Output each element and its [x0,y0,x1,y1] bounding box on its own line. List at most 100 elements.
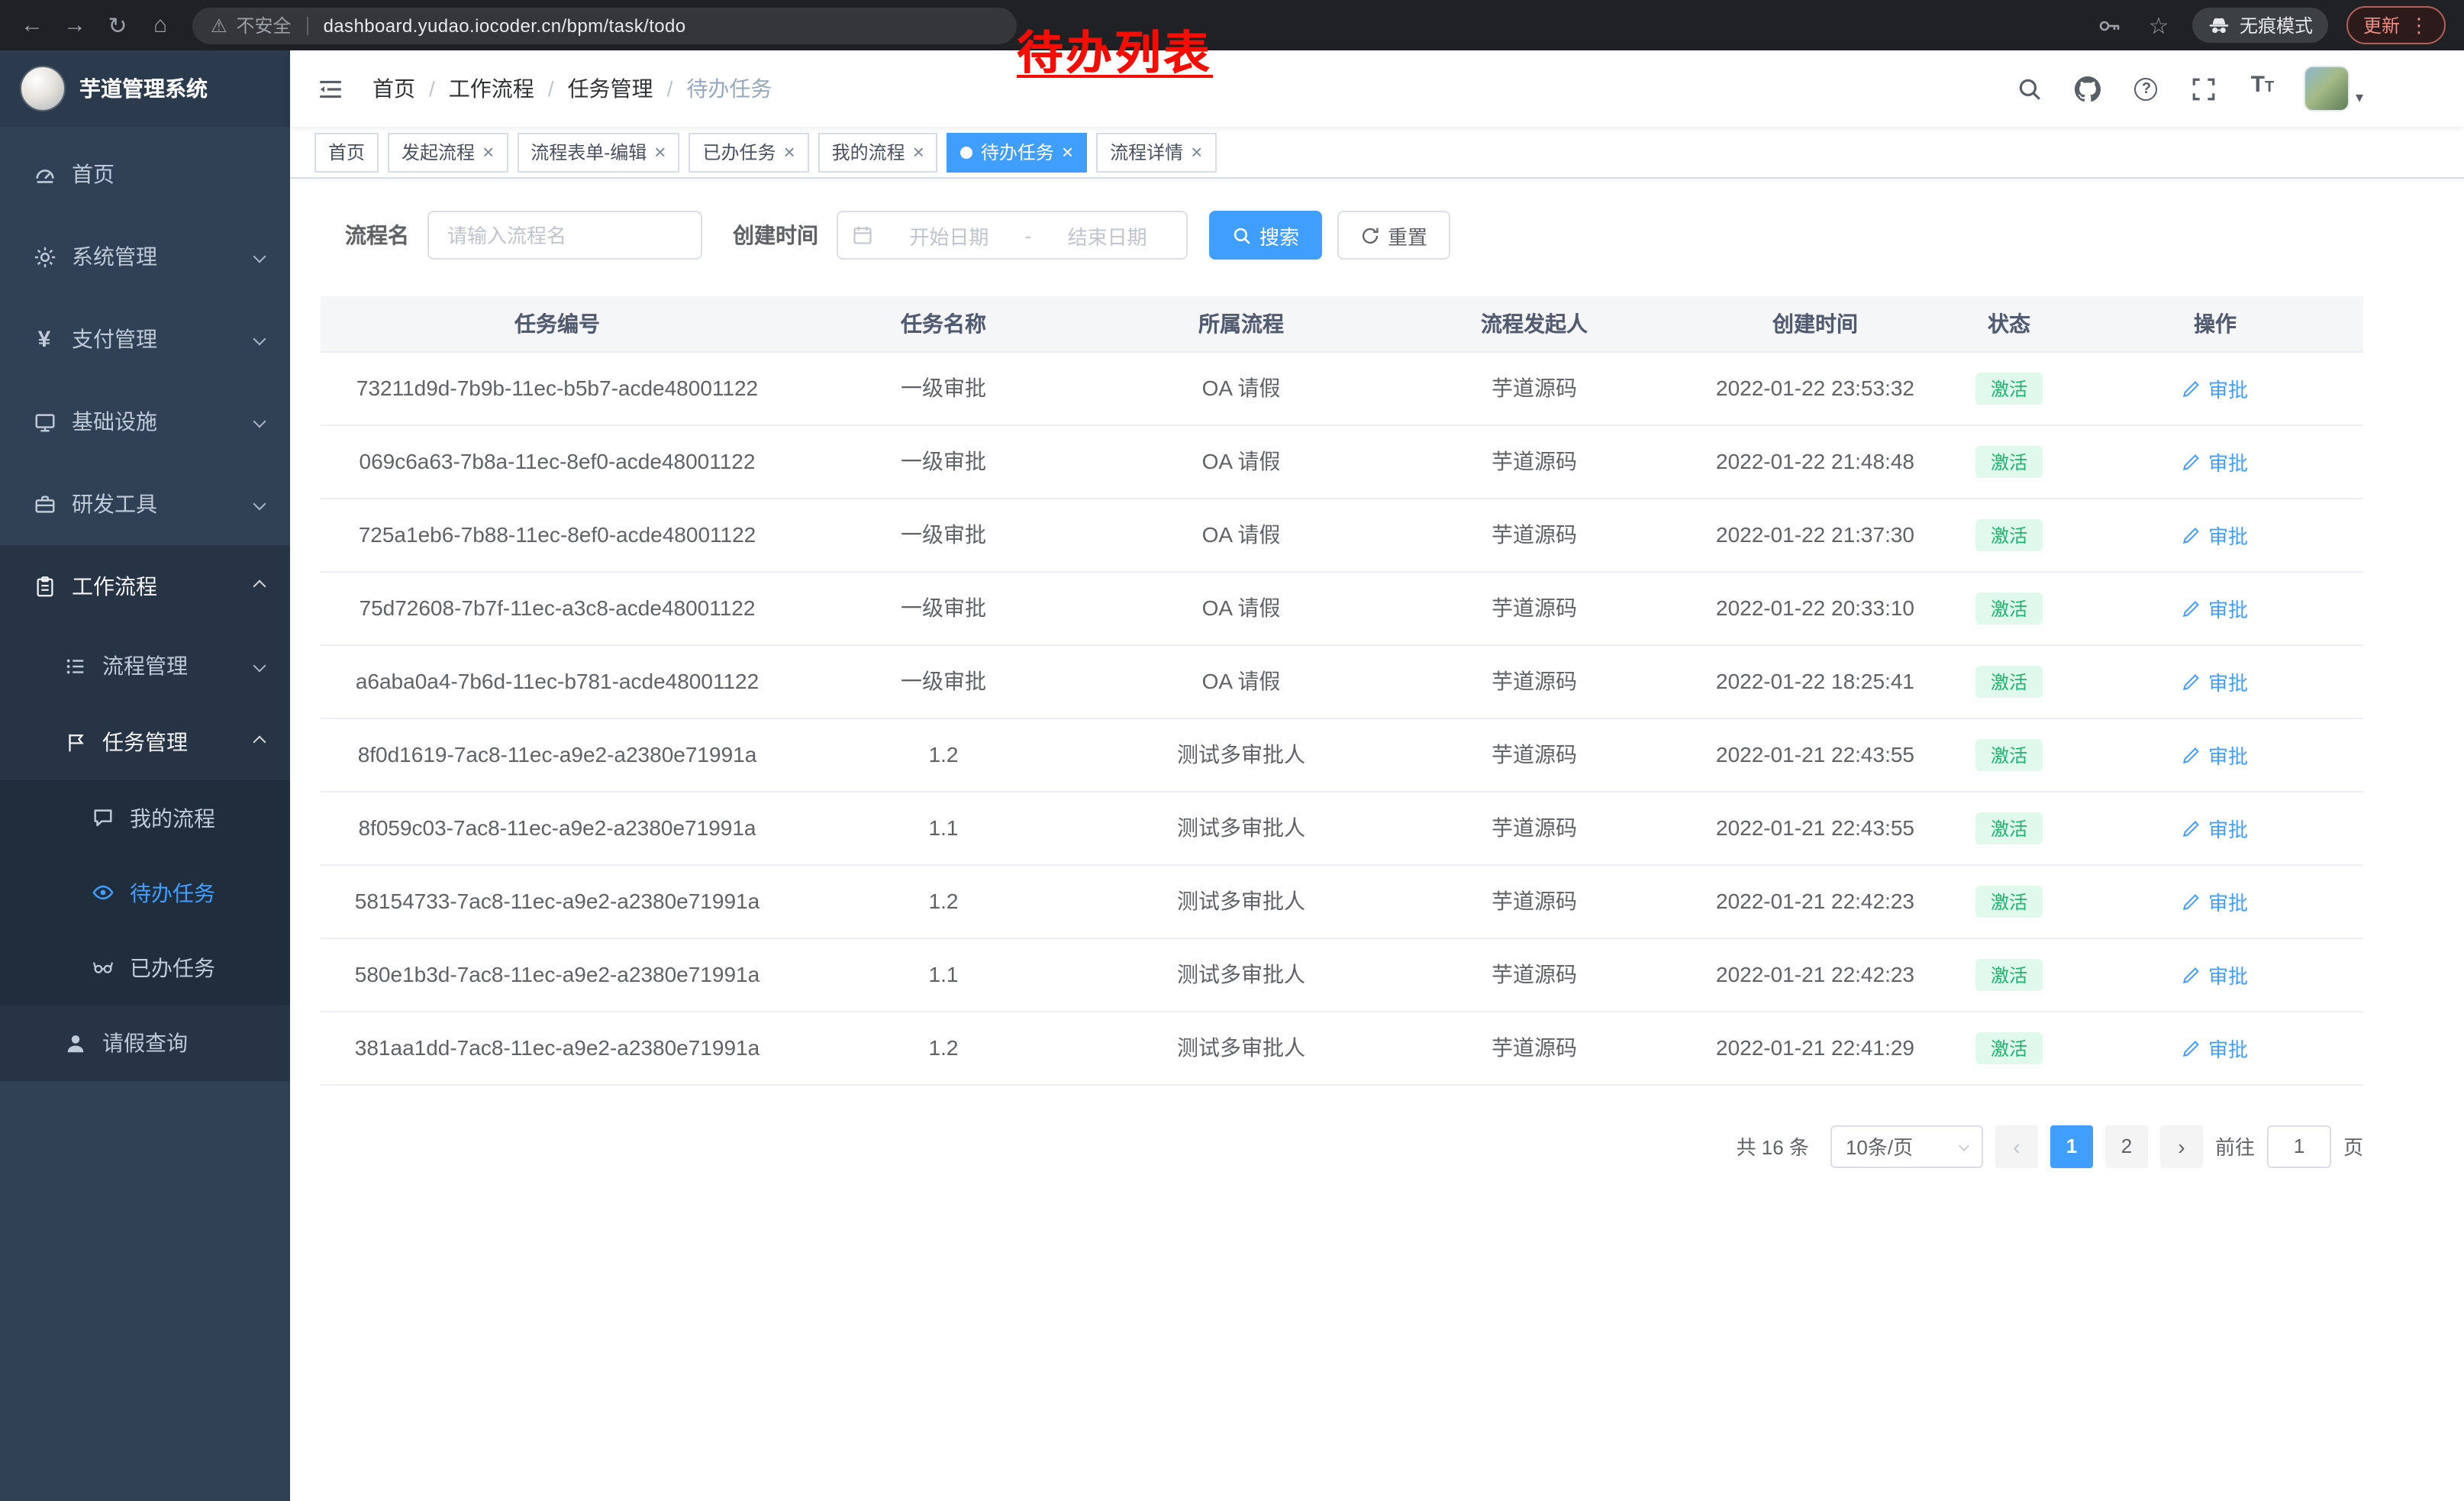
page-size-value: 10条/页 [1846,1131,1913,1160]
close-icon[interactable]: × [1062,142,1073,162]
sidebar-item-leave-query[interactable]: 请假查询 [0,1005,290,1081]
breadcrumb-task-mgmt[interactable]: 任务管理 [568,73,653,104]
sidebar-item-done-tasks[interactable]: 已办任务 [0,930,290,1005]
close-icon[interactable]: × [783,142,795,162]
approve-button[interactable]: 审批 [2182,373,2248,402]
approve-button[interactable]: 审批 [2182,960,2248,989]
tab-start-process[interactable]: 发起流程 × [388,132,508,172]
help-icon[interactable]: ? [2130,72,2163,105]
approve-button[interactable]: 审批 [2182,667,2248,696]
page-size-select[interactable]: 10条/页 [1830,1125,1983,1167]
tab-process-detail[interactable]: 流程详情 × [1096,132,1216,172]
page-number-1[interactable]: 1 [2050,1125,2093,1167]
sidebar-item-label: 工作流程 [72,571,157,602]
forward-icon[interactable]: → [55,5,95,45]
logo[interactable]: 芋道管理系统 [0,50,290,127]
search-button[interactable]: 搜索 [1209,211,1322,260]
sidebar-item-task-mgmt[interactable]: 任务管理 [0,704,290,780]
user-menu[interactable]: ▾ [2304,66,2363,111]
update-button[interactable]: 更新 ⋮ [2346,6,2446,44]
tab-done-tasks[interactable]: 已办任务 × [689,132,808,172]
chevron-down-icon [1959,1141,1969,1151]
sidebar-item-todo-tasks[interactable]: 待办任务 [0,855,290,930]
close-icon[interactable]: × [1191,142,1202,162]
close-icon[interactable]: × [913,142,924,162]
cell-process: OA 请假 [1093,424,1389,498]
sidebar-item-process-mgmt[interactable]: 流程管理 [0,628,290,704]
col-create-time: 创建时间 [1679,296,1951,351]
edit-icon [2182,818,2202,838]
back-icon[interactable]: ← [12,5,52,45]
next-page-button[interactable]: › [2160,1125,2203,1167]
cell-process: 测试多审批人 [1093,938,1389,1011]
end-date-placeholder[interactable]: 结束日期 [1042,221,1172,250]
table-row: 73211d9d-7b9b-11ec-b5b7-acde48001122 一级审… [321,351,2363,424]
date-range-picker[interactable]: 开始日期 - 结束日期 [837,211,1188,260]
cell-task-id: 580e1b3d-7ac8-11ec-a9e2-a2380e71991a [321,938,794,1011]
approve-button[interactable]: 审批 [2182,593,2248,622]
start-date-placeholder[interactable]: 开始日期 [884,221,1014,250]
sidebar-item-system-mgmt[interactable]: 系统管理 [0,215,290,298]
url-text[interactable]: dashboard.yudao.iocoder.cn/bpm/task/todo [324,15,686,36]
security-label[interactable]: 不安全 [237,12,292,38]
approve-button[interactable]: 审批 [2182,520,2248,549]
cell-task-name: 1.2 [794,718,1093,791]
approve-button[interactable]: 审批 [2182,1033,2248,1062]
tab-home[interactable]: 首页 [314,132,379,172]
home-icon[interactable]: ⌂ [140,5,180,45]
tab-todo-tasks[interactable]: 待办任务 × [947,132,1087,172]
logo-title: 芋道管理系统 [79,73,208,104]
approve-label: 审批 [2208,813,2248,842]
breadcrumb-home[interactable]: 首页 [373,73,415,104]
sidebar-item-payment-mgmt[interactable]: ¥ 支付管理 [0,298,290,380]
eye-icon [89,881,116,904]
close-icon[interactable]: × [482,142,494,162]
logo-avatar [20,66,66,111]
sidebar-item-infrastructure[interactable]: 基础设施 [0,380,290,463]
bookmark-star-icon[interactable]: ☆ [2143,10,2174,40]
font-size-icon[interactable]: TT [2246,72,2279,105]
approve-button[interactable]: 审批 [2182,740,2248,769]
hamburger-icon[interactable] [314,73,345,104]
sidebar-item-my-process[interactable]: 我的流程 [0,780,290,855]
address-bar[interactable]: ⚠ 不安全 dashboard.yudao.iocoder.cn/bpm/tas… [192,7,1017,44]
edit-icon [2182,598,2202,618]
breadcrumb-workflow[interactable]: 工作流程 [449,73,534,104]
goto-page-input[interactable] [2267,1125,2331,1167]
chat-icon [89,806,116,829]
cell-task-name: 一级审批 [794,498,1093,571]
cell-task-id: 8f059c03-7ac8-11ec-a9e2-a2380e71991a [321,791,794,864]
tab-label: 已办任务 [702,139,776,165]
cell-process: OA 请假 [1093,644,1389,718]
status-badge: 激活 [1975,518,2043,550]
warning-icon: ⚠ [211,15,227,36]
approve-button[interactable]: 审批 [2182,447,2248,476]
avatar[interactable] [2304,66,2350,111]
approve-button[interactable]: 审批 [2182,813,2248,842]
search-icon[interactable] [2014,72,2047,105]
approve-button[interactable]: 审批 [2182,886,2248,915]
browser-menu-icon[interactable]: ⋮ [2409,13,2429,37]
breadcrumb-separator: / [548,76,554,101]
screen: ← → ↻ ⌂ ⚠ 不安全 dashboard.yudao.iocoder.cn… [0,0,2464,1501]
user-icon [61,1031,89,1054]
sidebar-item-home[interactable]: 首页 [0,133,290,215]
breadcrumb: 首页 / 工作流程 / 任务管理 / 待办任务 [373,73,772,104]
tab-process-form-edit[interactable]: 流程表单-编辑 × [517,132,679,172]
reset-button[interactable]: 重置 [1337,211,1450,260]
prev-page-button[interactable]: ‹ [1995,1125,2038,1167]
page-number-2[interactable]: 2 [2105,1125,2148,1167]
sidebar-item-devtools[interactable]: 研发工具 [0,463,290,545]
process-name-input[interactable] [427,211,702,260]
reload-icon[interactable]: ↻ [98,5,137,45]
col-process: 所属流程 [1093,296,1389,351]
github-icon[interactable] [2072,72,2105,105]
sidebar-item-workflow[interactable]: 工作流程 [0,545,290,628]
sidebar-item-label: 已办任务 [130,952,215,983]
key-icon[interactable] [2095,10,2125,40]
fullscreen-icon[interactable] [2188,72,2221,105]
close-icon[interactable]: × [654,142,666,162]
task-table: 任务编号 任务名称 所属流程 流程发起人 创建时间 状态 操作 73211d9d… [321,296,2363,1085]
tab-my-process[interactable]: 我的流程 × [818,132,938,172]
goto-label: 前往 [2215,1131,2255,1160]
